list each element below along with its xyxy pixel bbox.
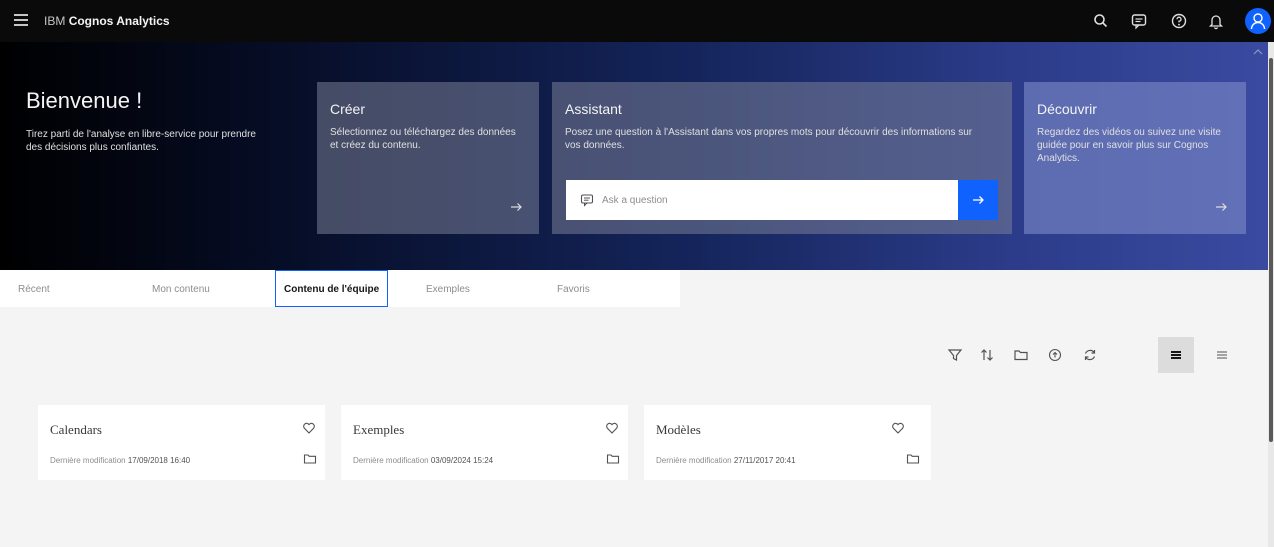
create-card[interactable]: Créer Sélectionnez ou téléchargez des do… — [317, 82, 539, 234]
folder-meta: Dernière modification 03/09/2024 15:24 — [353, 456, 493, 465]
help-icon[interactable] — [1169, 11, 1189, 31]
assistant-card: Assistant Posez une question à l'Assista… — [552, 82, 1012, 234]
ask-question-box — [566, 180, 998, 220]
arrow-right-icon — [973, 196, 984, 204]
upload-icon[interactable] — [1045, 345, 1065, 365]
assistant-card-text: Posez une question à l'Assistant dans vo… — [565, 127, 973, 151]
refresh-icon[interactable] — [1080, 345, 1100, 365]
modified-label: Dernière modification — [353, 456, 429, 465]
favorite-heart-icon[interactable] — [302, 421, 316, 435]
sort-icon[interactable] — [977, 345, 997, 365]
ask-question-input[interactable] — [602, 180, 952, 220]
tab-my-content[interactable]: Mon contenu — [152, 270, 210, 307]
content-tabs: Récent Mon contenu Contenu de l'équipe E… — [0, 270, 680, 307]
favorite-heart-icon[interactable] — [605, 421, 619, 435]
tab-samples[interactable]: Exemples — [426, 270, 470, 307]
notification-icon[interactable] — [1206, 11, 1226, 31]
folder-name: Calendars — [50, 422, 102, 437]
modified-date: 17/09/2018 16:40 — [127, 456, 191, 465]
modified-date: 27/11/2017 20:41 — [733, 456, 796, 465]
arrow-right-icon[interactable] — [509, 200, 523, 214]
welcome-text: Tirez parti de l'analyse en libre-servic… — [26, 129, 256, 153]
brand-prefix: IBM — [44, 14, 66, 28]
folder-name: Modèles — [656, 422, 701, 437]
folder-meta: Dernière modification 27/11/2017 20:41 — [656, 456, 796, 465]
grid-view-icon[interactable] — [1158, 337, 1194, 373]
chat-icon — [580, 194, 594, 207]
welcome-title: Bienvenue ! — [26, 88, 143, 113]
tab-recent[interactable]: Récent — [18, 270, 50, 307]
discover-card[interactable]: Découvrir Regardez des vidéos ou suivez … — [1024, 82, 1246, 234]
collapse-icon[interactable] — [1253, 48, 1263, 56]
modified-date: 03/09/2024 15:24 — [430, 456, 494, 465]
modified-label: Dernière modification — [656, 456, 732, 465]
tab-team-content[interactable]: Contenu de l'équipe — [275, 270, 389, 307]
ask-submit-button[interactable] — [958, 180, 998, 220]
search-icon[interactable] — [1091, 11, 1111, 31]
folder-icon — [303, 454, 317, 464]
arrow-right-icon[interactable] — [1214, 200, 1228, 214]
top-bar: IBM Cognos Analytics — [0, 0, 1274, 42]
create-card-text: Sélectionnez ou téléchargez des données … — [330, 127, 516, 151]
folder-name: Exemples — [353, 422, 405, 437]
filter-icon[interactable] — [945, 345, 965, 365]
folder-tile-calendars[interactable]: Calendars Dernière modification 17/09/20… — [38, 405, 325, 480]
scrollbar-thumb[interactable] — [1269, 58, 1273, 442]
folder-tile-exemples[interactable]: Exemples Dernière modification 03/09/202… — [341, 405, 628, 480]
brand-name: Cognos Analytics — [68, 14, 170, 28]
new-folder-icon[interactable] — [1011, 345, 1031, 365]
chat-icon[interactable] — [1129, 11, 1149, 31]
create-card-title: Créer — [330, 101, 366, 117]
app-brand: IBM Cognos Analytics — [44, 14, 170, 28]
folder-tile-modeles[interactable]: Modèles Dernière modification 27/11/2017… — [644, 405, 931, 480]
discover-card-title: Découvrir — [1037, 101, 1097, 117]
menu-icon[interactable] — [14, 14, 28, 26]
assistant-card-title: Assistant — [565, 101, 622, 117]
folder-icon — [606, 454, 620, 464]
tab-favorites[interactable]: Favoris — [557, 270, 590, 307]
list-view-icon[interactable] — [1212, 345, 1232, 365]
folder-icon — [906, 454, 920, 464]
modified-label: Dernière modification — [50, 456, 126, 465]
folder-meta: Dernière modification 17/09/2018 16:40 — [50, 456, 190, 465]
discover-card-text: Regardez des vidéos ou suivez une visite… — [1037, 127, 1221, 164]
favorite-heart-icon[interactable] — [891, 421, 905, 435]
user-avatar-icon[interactable] — [1245, 8, 1271, 34]
